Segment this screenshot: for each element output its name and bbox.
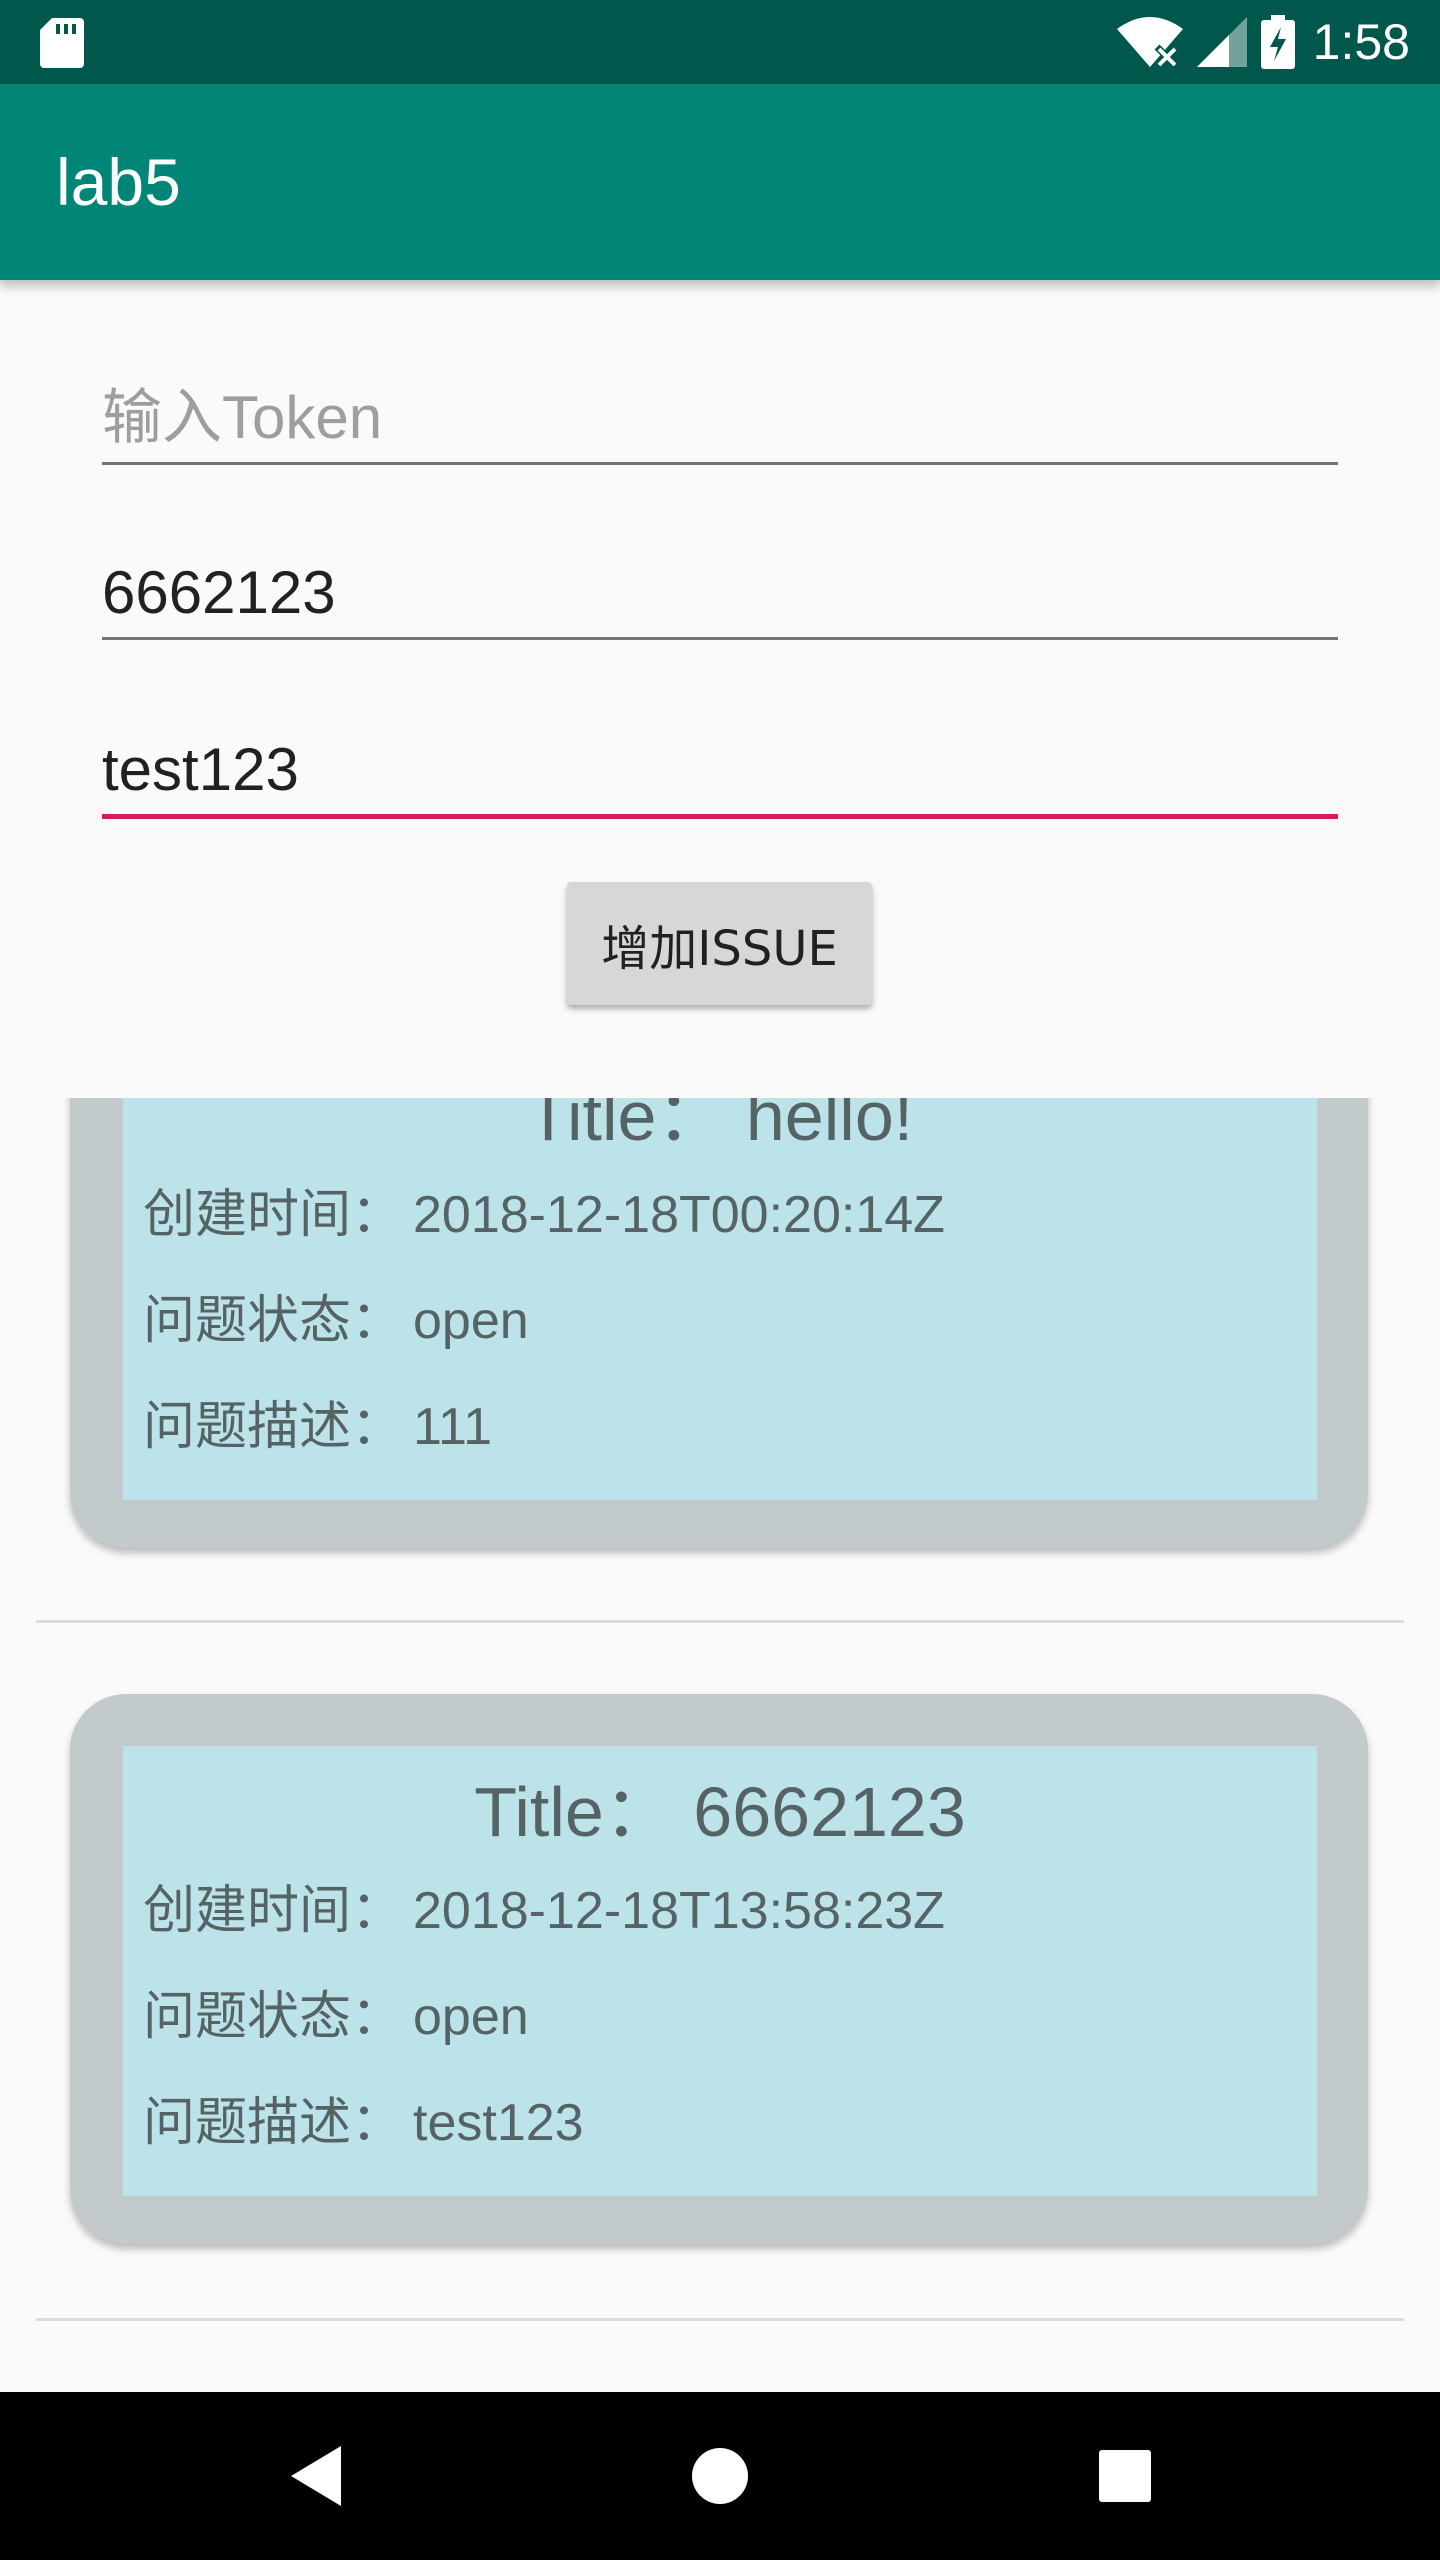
issue-title: Title： hello!: [526, 1098, 914, 1155]
issue-body-row: 问题描述： 111: [143, 1384, 492, 1459]
created-label: 创建时间：: [143, 1881, 404, 1941]
add-issue-button[interactable]: 增加ISSUE: [567, 882, 872, 1005]
status-clock: 1:58: [1312, 14, 1410, 70]
issue-body-field: [102, 735, 1338, 819]
issue-card[interactable]: Title： hello! 创建时间： 2018-12-18T00:20:14Z …: [70, 1098, 1368, 1548]
issue-card-content: Title： hello! 创建时间： 2018-12-18T00:20:14Z …: [123, 1098, 1317, 1500]
issue-created-row: 创建时间： 2018-12-18T13:58:23Z: [143, 1868, 945, 1943]
sd-card-icon: [40, 18, 84, 68]
app-title: lab5: [56, 145, 181, 219]
body-value: 111: [413, 1398, 493, 1456]
list-divider: [36, 1620, 1404, 1623]
state-label: 问题状态：: [143, 1291, 404, 1351]
state-value: open: [413, 1988, 529, 2046]
issue-state-row: 问题状态： open: [143, 1974, 529, 2049]
list-divider: [36, 2318, 1404, 2321]
issue-body-row: 问题描述： test123: [143, 2080, 584, 2155]
issue-card-content: Title： 6662123 创建时间： 2018-12-18T13:58:23Z…: [123, 1746, 1317, 2196]
wifi-off-icon: [1116, 17, 1183, 67]
battery-charging-icon: [1260, 15, 1295, 69]
body-value: test123: [413, 2094, 584, 2152]
issue-body-input[interactable]: [102, 735, 1338, 804]
body-label: 问题描述：: [143, 1397, 404, 1457]
issue-title-input[interactable]: [102, 558, 1338, 627]
navigation-bar: [0, 2392, 1440, 2560]
app-bar: lab5: [0, 84, 1440, 280]
token-field: [102, 383, 1338, 465]
status-bar: 1:58: [0, 0, 1440, 84]
issue-list[interactable]: Title： hello! 创建时间： 2018-12-18T00:20:14Z …: [0, 1098, 1440, 2392]
issue-title-field: [102, 558, 1338, 640]
home-icon[interactable]: [670, 2426, 770, 2526]
signal-icon: [1196, 17, 1247, 67]
state-label: 问题状态：: [143, 1987, 404, 2047]
issue-title: Title： 6662123: [474, 1773, 966, 1851]
created-value: 2018-12-18T00:20:14Z: [413, 1186, 945, 1244]
body-label: 问题描述：: [143, 2093, 404, 2153]
state-value: open: [413, 1292, 529, 1350]
recents-icon[interactable]: [1075, 2426, 1175, 2526]
created-value: 2018-12-18T13:58:23Z: [413, 1882, 945, 1940]
back-icon[interactable]: [265, 2426, 365, 2526]
issue-created-row: 创建时间： 2018-12-18T00:20:14Z: [143, 1172, 945, 1247]
token-input[interactable]: [102, 383, 1338, 452]
issue-card[interactable]: Title： 6662123 创建时间： 2018-12-18T13:58:23Z…: [70, 1694, 1368, 2244]
issue-state-row: 问题状态： open: [143, 1278, 529, 1353]
created-label: 创建时间：: [143, 1185, 404, 1245]
